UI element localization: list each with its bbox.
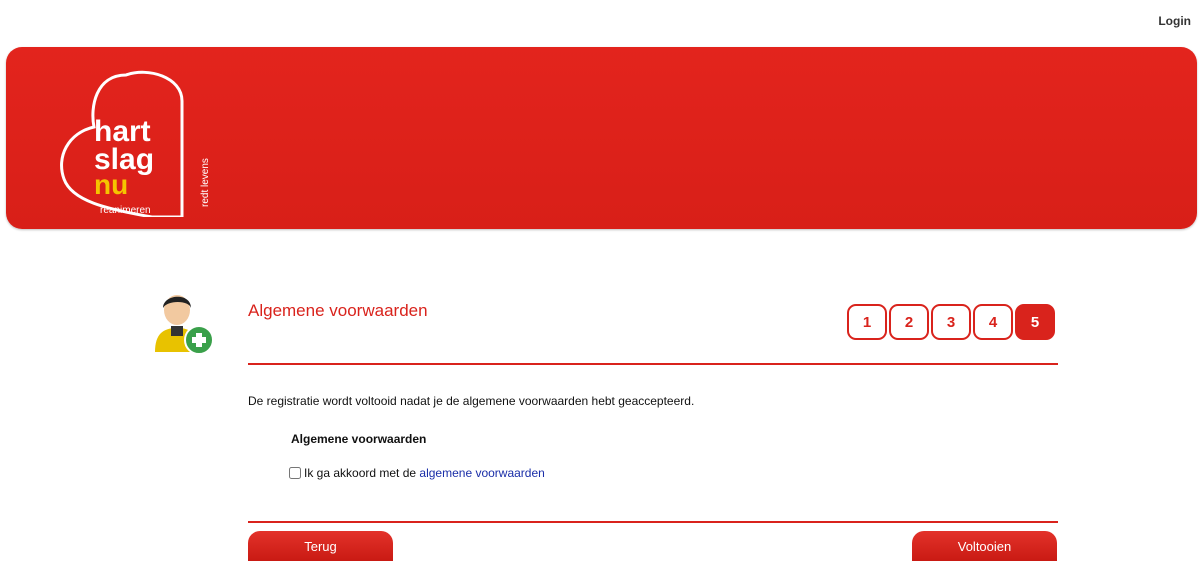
step-indicator: 1 2 3 4 5 (847, 304, 1055, 340)
login-link[interactable]: Login (1158, 14, 1191, 28)
step-2: 2 (889, 304, 929, 340)
agree-terms-label: Ik ga akkoord met de (304, 466, 417, 480)
back-button[interactable]: Terug (248, 531, 393, 561)
terms-link[interactable]: algemene voorwaarden (419, 466, 544, 480)
divider-top (248, 363, 1058, 365)
agree-terms-row: Ik ga akkoord met de algemene voorwaarde… (289, 466, 545, 480)
logo-text-redt-levens: redt levens (200, 158, 211, 207)
user-add-icon (155, 295, 214, 355)
intro-text: De registratie wordt voltooid nadat je d… (248, 394, 695, 408)
terms-heading: Algemene voorwaarden (291, 432, 427, 446)
step-3: 3 (931, 304, 971, 340)
page-title: Algemene voorwaarden (248, 301, 428, 320)
finish-button[interactable]: Voltooien (912, 531, 1057, 561)
divider-bottom (248, 521, 1058, 523)
step-5-active: 5 (1015, 304, 1055, 340)
step-1: 1 (847, 304, 887, 340)
agree-terms-checkbox[interactable] (289, 467, 301, 479)
header-banner: hart slag nu redt levens reanimeren (6, 47, 1197, 229)
hartslag-nu-logo: hart slag nu redt levens reanimeren (60, 70, 211, 217)
logo-text-reanimeren: reanimeren (100, 205, 151, 216)
step-4: 4 (973, 304, 1013, 340)
logo-text-nu: nu (94, 169, 128, 200)
